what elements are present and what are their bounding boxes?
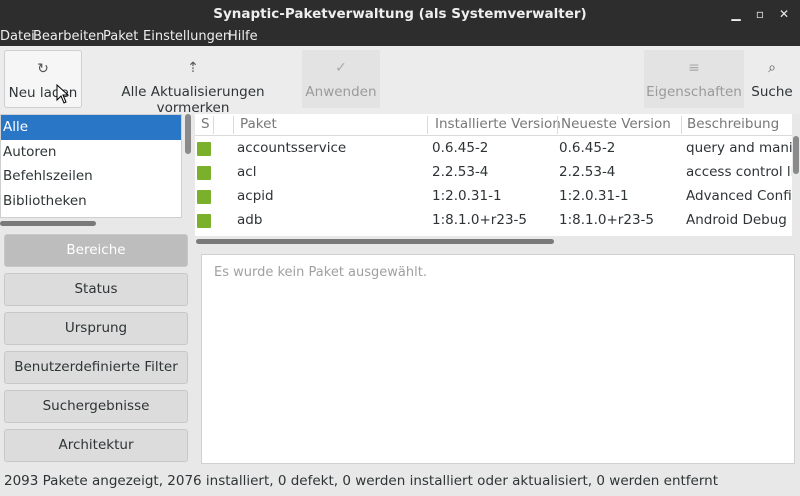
installed-status-icon[interactable] [197, 190, 211, 204]
mark-all-label: Alle Aktualisierungen vormerken [121, 84, 265, 116]
menu-paket[interactable]: Paket [103, 29, 138, 44]
minimize-button[interactable]: ▁ [728, 6, 744, 22]
apply-button[interactable]: ✓ Anwenden [302, 50, 380, 108]
filter-architecture-button[interactable]: Architektur [4, 429, 188, 462]
category-item-alle[interactable]: Alle [1, 115, 181, 140]
filter-search-results-button[interactable]: Suchergebnisse [4, 390, 188, 423]
mouse-cursor-icon [56, 84, 70, 104]
col-installed-version-header[interactable]: Installierte Version [435, 116, 561, 132]
menu-bearbeiten[interactable]: Bearbeiten [33, 29, 104, 44]
package-horizontal-scrollbar[interactable] [196, 239, 554, 244]
table-row[interactable]: accountsservice 0.6.45-2 0.6.45-2 query … [195, 136, 792, 160]
search-icon: ⌕ [768, 60, 776, 76]
mark-all-upgrades-button[interactable]: ⇡ Alle Aktualisierungen vormerken [86, 50, 300, 116]
table-row[interactable]: adb 1:8.1.0+r23-5 1:8.1.0+r23-5 Android … [195, 208, 792, 232]
installed-version: 1:8.1.0+r23-5 [432, 212, 527, 228]
menu-einstellungen[interactable]: Einstellungen [143, 29, 231, 44]
column-separator [427, 116, 428, 134]
column-separator [213, 116, 214, 134]
description: query and manip [686, 140, 792, 156]
installed-version: 1:2.0.31-1 [432, 188, 502, 204]
upgrade-icon: ⇡ [187, 60, 199, 76]
column-separator [233, 116, 234, 134]
main-area: Alle Autoren Befehlszeilen Bibliotheken … [0, 114, 800, 468]
package-table: S Paket Installierte Version Neueste Ver… [195, 114, 792, 236]
col-description-header[interactable]: Beschreibung [687, 116, 779, 132]
col-latest-version-header[interactable]: Neueste Version [561, 116, 671, 132]
table-row[interactable]: acpid 1:2.0.31-1 1:2.0.31-1 Advanced Con… [195, 184, 792, 208]
category-item-autoren[interactable]: Autoren [1, 140, 181, 165]
latest-version: 1:8.1.0+r23-5 [559, 212, 654, 228]
filter-status-button[interactable]: Status [4, 273, 188, 306]
properties-button[interactable]: ≡ Eigenschaften [644, 50, 744, 108]
toolbar: ↻ Neu laden ⇡ Alle Aktualisierungen vorm… [0, 46, 800, 116]
col-package-header[interactable]: Paket [240, 116, 277, 132]
table-row[interactable]: acl 2.2.53-4 2.2.53-4 access control li [195, 160, 792, 184]
column-separator [681, 116, 682, 134]
installed-version: 0.6.45-2 [432, 140, 489, 156]
filter-ursprung-button[interactable]: Ursprung [4, 312, 188, 345]
latest-version: 1:2.0.31-1 [559, 188, 629, 204]
title-bar: Synaptic-Paketverwaltung (als Systemverw… [0, 0, 800, 28]
category-item-befehlszeilen[interactable]: Befehlszeilen [1, 164, 181, 189]
category-vertical-scrollbar[interactable] [185, 114, 191, 154]
maximize-button[interactable]: ▫ [752, 6, 768, 22]
description: Advanced Config [686, 188, 792, 204]
properties-icon: ≡ [688, 60, 700, 76]
window-title: Synaptic-Paketverwaltung (als Systemverw… [213, 6, 587, 22]
installed-status-icon[interactable] [197, 214, 211, 228]
menu-hilfe[interactable]: Hilfe [228, 29, 258, 44]
no-package-selected-text: Es wurde kein Paket ausgewählt. [214, 265, 427, 280]
package-table-header: S Paket Installierte Version Neueste Ver… [195, 114, 792, 136]
category-item-bibliotheken[interactable]: Bibliotheken [1, 189, 181, 214]
reload-icon: ↻ [37, 61, 49, 77]
category-horizontal-scrollbar[interactable] [0, 221, 96, 226]
menu-datei[interactable]: Datei [0, 29, 35, 44]
filter-custom-button[interactable]: Benutzerdefinierte Filter [4, 351, 188, 384]
description: Android Debug E [686, 212, 792, 228]
package-name: acl [237, 164, 257, 180]
package-name: accountsservice [237, 140, 347, 156]
column-separator [557, 116, 558, 134]
package-vertical-scrollbar[interactable] [793, 136, 799, 174]
properties-label: Eigenschaften [646, 84, 742, 100]
filter-bereiche-button[interactable]: Bereiche [4, 234, 188, 267]
menu-bar: Datei Bearbeiten Paket Einstellungen Hil… [0, 28, 800, 46]
reload-button[interactable]: ↻ Neu laden [4, 50, 82, 108]
apply-label: Anwenden [305, 84, 377, 100]
latest-version: 0.6.45-2 [559, 140, 616, 156]
search-button[interactable]: ⌕ Suche [748, 50, 796, 108]
installed-status-icon[interactable] [197, 166, 211, 180]
search-label: Suche [751, 84, 793, 100]
package-detail-panel: Es wurde kein Paket ausgewählt. [201, 254, 795, 464]
category-list: Alle Autoren Befehlszeilen Bibliotheken [0, 114, 182, 218]
col-status-header[interactable]: S [201, 116, 210, 132]
close-button[interactable]: ✕ [776, 6, 792, 22]
status-bar: 2093 Pakete angezeigt, 2076 installiert,… [0, 468, 800, 496]
package-name: acpid [237, 188, 274, 204]
apply-icon: ✓ [335, 60, 347, 76]
latest-version: 2.2.53-4 [559, 164, 616, 180]
description: access control li [686, 164, 792, 180]
installed-status-icon[interactable] [197, 142, 211, 156]
installed-version: 2.2.53-4 [432, 164, 489, 180]
package-name: adb [237, 212, 263, 228]
